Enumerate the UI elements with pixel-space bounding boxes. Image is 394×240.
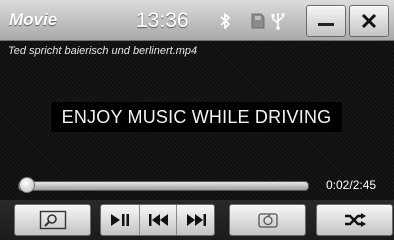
- progress-knob[interactable]: [19, 177, 35, 193]
- clock: 13:36: [136, 9, 189, 32]
- mode-title: Movie: [9, 10, 58, 29]
- time-readout: 0:02/2:45: [326, 178, 377, 192]
- repeat-icon: [257, 213, 278, 228]
- minimize-icon: [318, 23, 334, 26]
- usb-icon: [271, 13, 285, 30]
- close-icon: [361, 13, 377, 29]
- play-pause-button[interactable]: [101, 205, 138, 235]
- browse-icon: [39, 210, 66, 230]
- top-status-bar: Movie 13:36: [0, 0, 394, 41]
- video-overlay-text: ENJOY MUSIC WHILE DRIVING: [51, 102, 342, 132]
- previous-track-button[interactable]: [139, 205, 177, 235]
- media-player-screen: Movie 13:36 Ted spricht baierisch und be…: [0, 0, 394, 240]
- play-pause-icon: [110, 214, 129, 226]
- browse-button[interactable]: [14, 204, 91, 236]
- repeat-button[interactable]: [229, 204, 306, 236]
- shuffle-icon: [344, 213, 366, 227]
- sd-card-icon: [251, 13, 265, 29]
- shuffle-button[interactable]: [316, 204, 393, 236]
- progress-bar[interactable]: [18, 177, 309, 193]
- next-track-button[interactable]: [176, 205, 214, 235]
- next-track-icon: [186, 214, 206, 226]
- previous-track-icon: [148, 214, 168, 226]
- transport-controls: [100, 204, 215, 236]
- close-button[interactable]: [349, 5, 389, 37]
- file-name: Ted spricht baierisch und berlinert.mp4: [8, 45, 198, 57]
- minimize-button[interactable]: [306, 5, 346, 37]
- bluetooth-icon: [220, 13, 230, 29]
